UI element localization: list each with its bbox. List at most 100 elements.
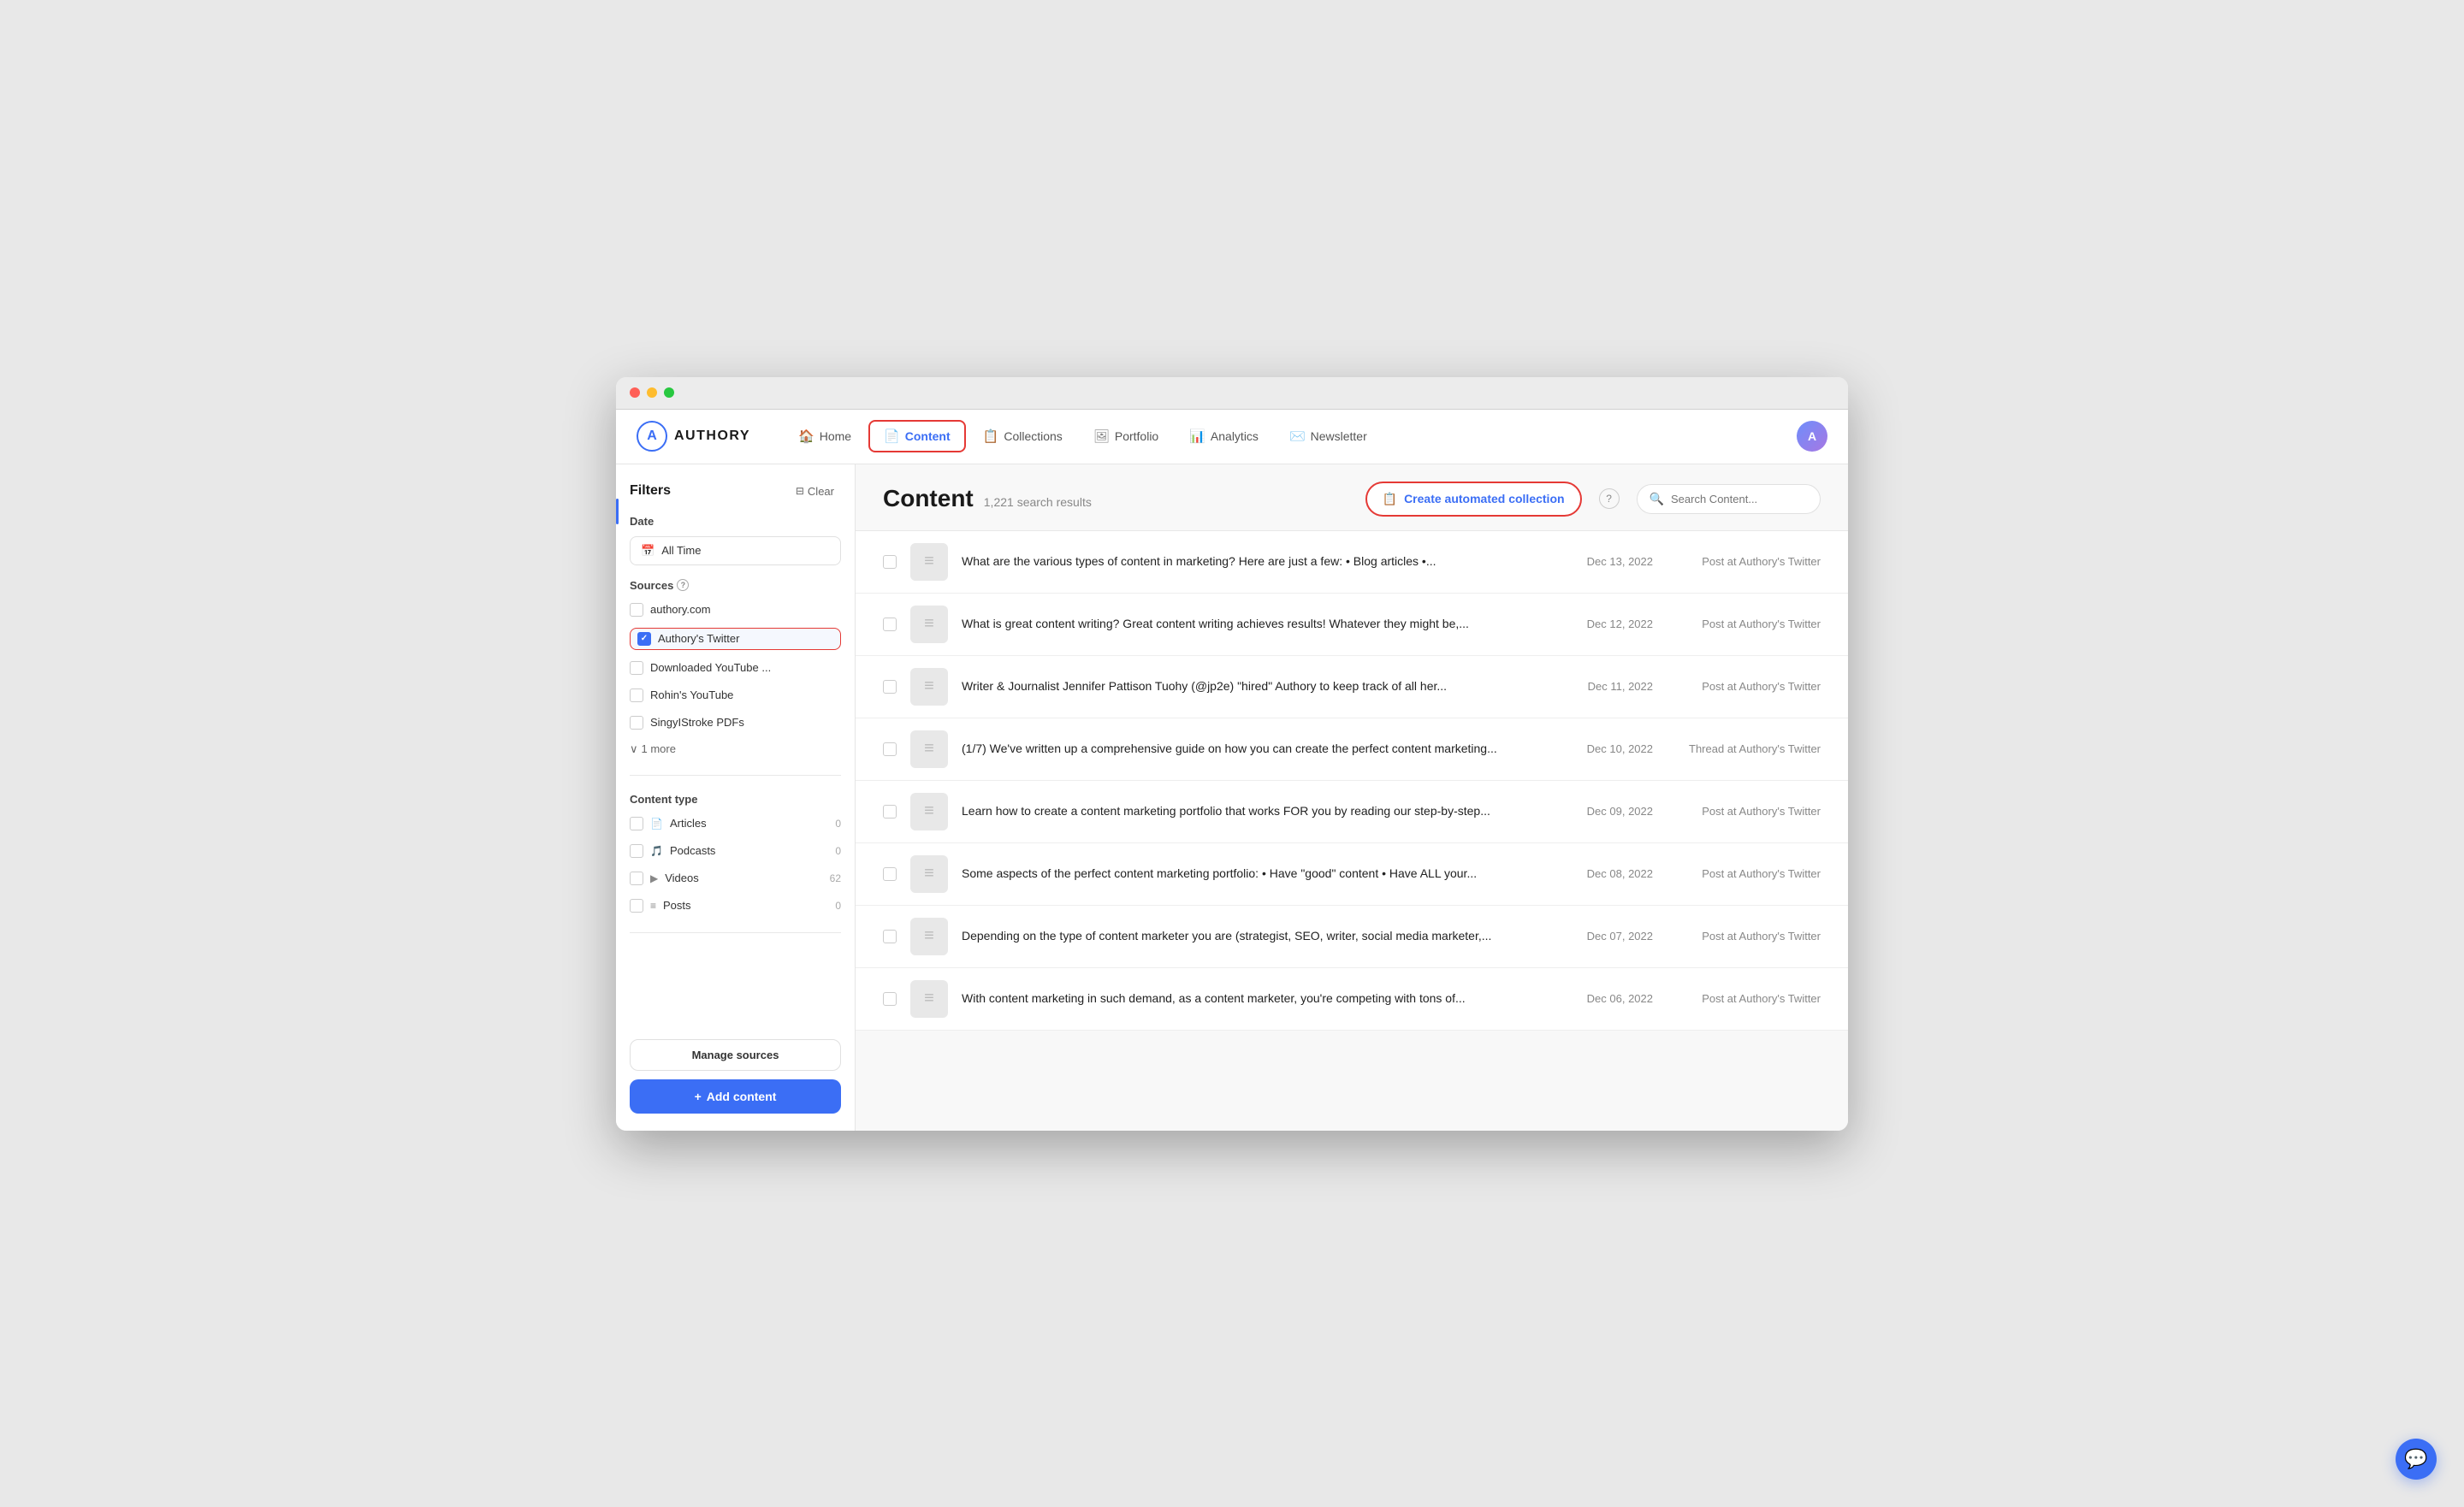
nav-home[interactable]: 🏠 Home (785, 422, 865, 451)
content-icon: 📄 (884, 428, 900, 444)
content-text: (1/7) We've written up a comprehensive g… (962, 741, 1554, 758)
type-articles-checkbox[interactable] (630, 817, 643, 830)
table-row[interactable]: ≡ What is great content writing? Great c… (856, 594, 1848, 656)
nav-content[interactable]: 📄 Content (868, 420, 966, 452)
table-row[interactable]: ≡ What are the various types of content … (856, 531, 1848, 594)
doc-icon: ≡ (924, 989, 934, 1008)
content-date: Dec 13, 2022 (1567, 555, 1653, 568)
close-button[interactable] (630, 387, 640, 398)
source-authory-checkbox[interactable] (630, 603, 643, 617)
content-date: Dec 09, 2022 (1567, 805, 1653, 818)
logo[interactable]: A AUTHORY (637, 421, 750, 452)
content-date: Dec 08, 2022 (1567, 867, 1653, 880)
source-singyi-label: SingyIStroke PDFs (650, 716, 744, 729)
result-count: 1,221 search results (984, 495, 1092, 509)
chat-bubble[interactable]: 💬 (2396, 1439, 2437, 1480)
source-rohins-youtube[interactable]: Rohin's YouTube (630, 686, 841, 705)
table-row[interactable]: ≡ Some aspects of the perfect content ma… (856, 843, 1848, 906)
source-authory-label: authory.com (650, 603, 711, 616)
content-source: Post at Authory's Twitter (1667, 555, 1821, 568)
source-authory[interactable]: authory.com (630, 600, 841, 619)
content-source: Post at Authory's Twitter (1667, 867, 1821, 880)
manage-sources-button[interactable]: Manage sources (630, 1039, 841, 1071)
maximize-button[interactable] (664, 387, 674, 398)
source-youtube-dl[interactable]: Downloaded YouTube ... (630, 659, 841, 677)
content-source: Post at Authory's Twitter (1667, 618, 1821, 630)
nav-portfolio[interactable]: 🖼 Portfolio (1080, 422, 1172, 451)
doc-icon: ≡ (924, 614, 934, 634)
source-twitter[interactable]: Authory's Twitter (630, 628, 841, 650)
row-checkbox[interactable] (883, 805, 897, 819)
question-icon: ? (1606, 493, 1612, 505)
sources-help-icon[interactable]: ? (677, 579, 689, 591)
content-text: Some aspects of the perfect content mark… (962, 866, 1554, 883)
sources-section: Sources ? authory.com Authory's Twitter … (630, 579, 841, 758)
content-thumbnail: ≡ (910, 980, 948, 1018)
source-twitter-checkbox[interactable] (637, 632, 651, 646)
videos-icon: ▶ (650, 872, 658, 884)
chevron-down-icon: ∨ (630, 742, 638, 756)
source-youtube-dl-checkbox[interactable] (630, 661, 643, 675)
doc-icon: ≡ (924, 552, 934, 571)
source-singyi[interactable]: SingyIStroke PDFs (630, 713, 841, 732)
type-articles[interactable]: 📄 Articles 0 (630, 814, 841, 833)
type-posts[interactable]: ≡ Posts 0 (630, 896, 841, 915)
type-videos-checkbox[interactable] (630, 872, 643, 885)
nav-collections[interactable]: 📋 Collections (969, 422, 1076, 451)
add-content-button[interactable]: + Add content (630, 1079, 841, 1114)
content-thumbnail: ≡ (910, 668, 948, 706)
doc-icon: ≡ (924, 864, 934, 884)
titlebar (616, 377, 1848, 410)
type-podcasts-label: Podcasts (670, 844, 715, 857)
collection-icon: 📋 (1383, 492, 1397, 506)
source-singyi-checkbox[interactable] (630, 716, 643, 730)
row-checkbox[interactable] (883, 867, 897, 881)
page-title: Content (883, 485, 974, 512)
type-posts-checkbox[interactable] (630, 899, 643, 913)
app-window: A AUTHORY 🏠 Home 📄 Content 📋 Collections… (616, 377, 1848, 1131)
clear-button[interactable]: ⊟ Clear (789, 482, 841, 501)
type-podcasts-checkbox[interactable] (630, 844, 643, 858)
nav-analytics[interactable]: 📊 Analytics (1176, 422, 1272, 451)
search-icon: 🔍 (1650, 492, 1664, 506)
table-row[interactable]: ≡ Learn how to create a content marketin… (856, 781, 1848, 843)
row-checkbox[interactable] (883, 555, 897, 569)
more-sources-link[interactable]: ∨ 1 more (630, 741, 841, 758)
videos-count: 62 (830, 872, 841, 884)
row-checkbox[interactable] (883, 680, 897, 694)
source-rohins-checkbox[interactable] (630, 688, 643, 702)
search-input[interactable] (1671, 493, 1808, 505)
sources-label: Sources ? (630, 579, 841, 592)
avatar[interactable]: A (1797, 421, 1827, 452)
table-row[interactable]: ≡ Depending on the type of content marke… (856, 906, 1848, 968)
type-articles-label: Articles (670, 817, 707, 830)
date-picker[interactable]: 📅 All Time (630, 536, 841, 565)
create-collection-button[interactable]: 📋 Create automated collection (1365, 482, 1582, 517)
posts-icon: ≡ (650, 900, 656, 912)
date-section-label: Date (630, 515, 841, 528)
content-text: Learn how to create a content marketing … (962, 803, 1554, 820)
podcasts-icon: 🎵 (650, 845, 663, 857)
portfolio-icon: 🖼 (1093, 428, 1110, 444)
table-row[interactable]: ≡ (1/7) We've written up a comprehensive… (856, 718, 1848, 781)
content-date: Dec 10, 2022 (1567, 742, 1653, 755)
row-checkbox[interactable] (883, 742, 897, 756)
nav-collections-label: Collections (1004, 429, 1062, 443)
nav-newsletter[interactable]: ✉️ Newsletter (1276, 422, 1381, 451)
content-area: Content 1,221 search results 📋 Create au… (856, 464, 1848, 1131)
date-section: Date 📅 All Time (630, 515, 841, 565)
type-podcasts[interactable]: 🎵 Podcasts 0 (630, 842, 841, 860)
table-row[interactable]: ≡ Writer & Journalist Jennifer Pattison … (856, 656, 1848, 718)
search-box: 🔍 (1637, 484, 1821, 514)
sidebar-accent (616, 499, 619, 524)
type-videos[interactable]: ▶ Videos 62 (630, 869, 841, 888)
minimize-button[interactable] (647, 387, 657, 398)
filter-icon: ⊟ (796, 485, 804, 497)
table-row[interactable]: ≡ With content marketing in such demand,… (856, 968, 1848, 1031)
nav-portfolio-label: Portfolio (1115, 429, 1158, 443)
help-button[interactable]: ? (1599, 488, 1620, 509)
content-type-section: Content type 📄 Articles 0 🎵 Podcasts 0 ▶ (630, 793, 841, 915)
row-checkbox[interactable] (883, 618, 897, 631)
row-checkbox[interactable] (883, 930, 897, 943)
row-checkbox[interactable] (883, 992, 897, 1006)
